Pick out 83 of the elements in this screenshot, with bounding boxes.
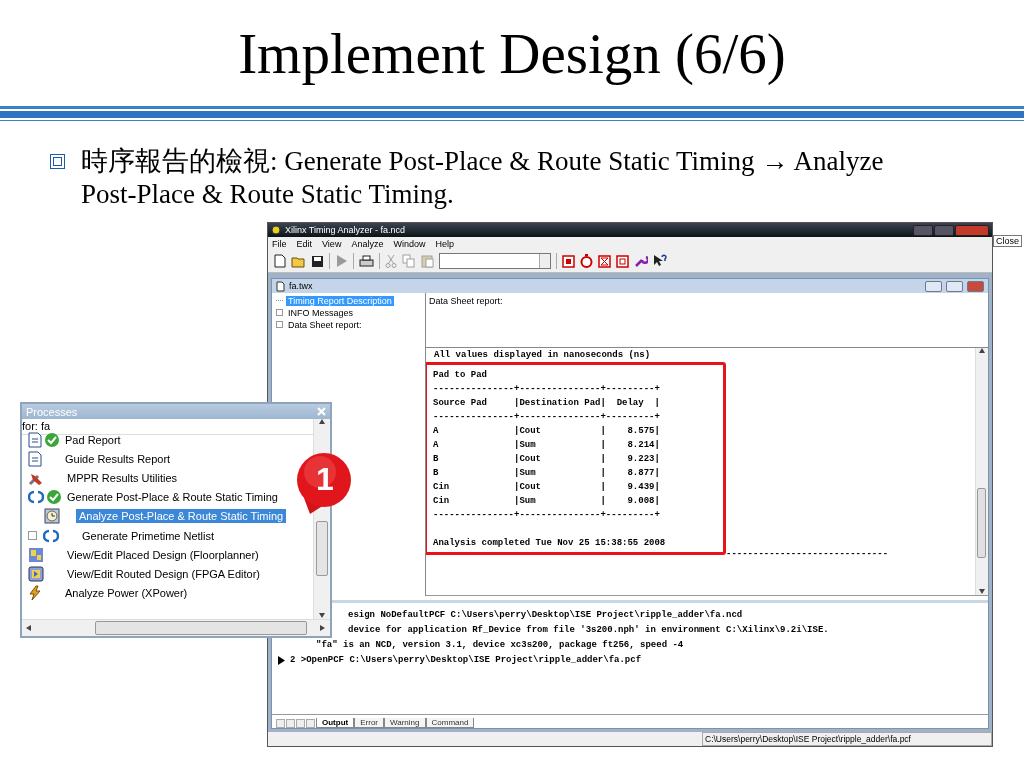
minimize-button[interactable]	[925, 280, 942, 292]
scroll-left-icon[interactable]	[26, 625, 32, 631]
report-line: ---------------+---------------+---------+	[433, 412, 660, 422]
menu-item[interactable]: Analyze	[351, 238, 384, 249]
bullet-icon	[50, 154, 65, 169]
folder-icon[interactable]	[291, 254, 306, 268]
close-button[interactable]	[955, 224, 989, 236]
menu-item[interactable]: File	[272, 238, 287, 249]
stopwatch-icon[interactable]	[580, 254, 593, 268]
print-icon[interactable]	[359, 254, 374, 268]
report-line: B |Cout | 9.223|	[433, 454, 660, 464]
menu-item[interactable]: View	[322, 238, 342, 249]
menu-item[interactable]: Help	[435, 238, 454, 249]
panel-title: Processes	[26, 405, 78, 418]
menu-item[interactable]: Edit	[296, 238, 313, 249]
scroll-thumb[interactable]	[95, 621, 307, 635]
app-icon	[271, 225, 281, 235]
process-item[interactable]: MPPR Results Utilities	[64, 470, 181, 485]
restore-button[interactable]	[946, 280, 963, 292]
bullet-text: 時序報告的檢視: Generate Post-Place & Route Static Timing → Analyze Post-Place & Route Static Timing.	[81, 145, 885, 211]
document-title: fa.twx	[289, 281, 314, 291]
hourglass-icon[interactable]	[598, 254, 611, 268]
scroll-down-icon[interactable]	[979, 589, 985, 595]
help-pointer-icon[interactable]	[653, 254, 668, 268]
report-line: Pad to Pad	[433, 370, 487, 380]
process-item[interactable]: Guide Results Report	[62, 451, 174, 466]
clock-icon	[44, 508, 60, 525]
report-line: A |Sum | 8.214|	[433, 440, 660, 450]
process-item[interactable]: View/Edit Routed Design (FPGA Editor)	[64, 566, 263, 581]
document-icon	[28, 450, 42, 467]
report-line: B |Sum | 8.877|	[433, 468, 660, 478]
output-tab[interactable]: Warning	[384, 718, 426, 728]
report-line: ---------------+---------------+---------+	[433, 510, 660, 520]
output-line: 2 >OpenPCF C:\Users\perry\Desktop\ISE Project\ripple_adder\fa.pcf	[290, 654, 642, 667]
lightning-icon	[28, 585, 42, 602]
output-tab[interactable]: Output	[316, 718, 355, 728]
output-line: "fa" is an NCD, version 3.1, device xc3s200, package ft256, speed -4	[316, 639, 684, 652]
dropdown-field[interactable]	[439, 253, 551, 269]
status-text: C:\Users\perry\Desktop\ISE Project\ripple_adder\fa.pcf	[702, 732, 992, 746]
report-line: A |Cout | 8.575|	[433, 426, 660, 436]
slide-title: Implement Design (6/6)	[237, 21, 787, 86]
report-line: ---------------+---------------+---------+	[433, 384, 660, 394]
report-line: Cin |Cout | 9.439|	[433, 482, 660, 492]
new-file-icon[interactable]	[274, 254, 286, 268]
window-title: Xilinx Timing Analyzer - fa.ncd	[285, 225, 407, 235]
minimize-button[interactable]	[913, 224, 933, 236]
report-line: ------------------------------	[726, 548, 889, 561]
process-item[interactable]: Pad Report	[62, 432, 124, 447]
current-line-icon	[278, 656, 285, 665]
scroll-up-icon[interactable]	[979, 348, 985, 354]
refresh-icon	[28, 489, 44, 506]
close-icon[interactable]	[317, 407, 326, 416]
tree-item[interactable]: INFO Messages	[286, 307, 356, 318]
scroll-thumb[interactable]	[316, 521, 328, 576]
refresh-icon	[43, 527, 59, 544]
scrollbar[interactable]	[975, 348, 988, 595]
close-button[interactable]	[967, 280, 984, 292]
process-item[interactable]: Generate Primetime Netlist	[79, 528, 218, 543]
report-line: Cin |Sum | 9.008|	[433, 496, 660, 506]
menu-item[interactable]: Window	[393, 238, 426, 249]
floorplan-icon	[28, 546, 44, 563]
expand-toggle[interactable]	[28, 531, 37, 541]
save-icon[interactable]	[311, 254, 324, 268]
report-icon[interactable]	[562, 254, 575, 268]
scrollbar[interactable]	[22, 619, 330, 636]
maximize-button[interactable]	[934, 224, 954, 236]
document-icon	[28, 431, 42, 448]
process-item[interactable]: Analyze Power (XPower)	[62, 586, 191, 601]
process-item[interactable]: Generate Post-Place & Route Static Timing	[64, 490, 281, 505]
tooltip: Close	[993, 235, 1022, 247]
scroll-right-icon[interactable]	[320, 625, 326, 631]
output-tab[interactable]: Error	[354, 718, 384, 728]
report-line: Analysis completed Tue Nov 25 15:38:55 2008	[433, 538, 666, 548]
process-item[interactable]: View/Edit Placed Design (Floorplanner)	[64, 547, 262, 562]
tree-item[interactable]: Data Sheet report:	[286, 319, 364, 330]
panel-heading: Data Sheet report:	[429, 296, 503, 306]
report-line: All values displayed in nanoseconds (ns)	[434, 349, 652, 362]
output-line: device for application Rf_Device from file '3s200.nph' in environment C:\Xilinx\9.2i\ISE.	[348, 624, 829, 637]
output-line: esign NoDefaultPCF C:\Users\perry\Desktop\ISE Project\ripple_adder\fa.ncd	[348, 609, 743, 622]
report-line: Source Pad |Destination Pad| Delay |	[433, 398, 660, 408]
scroll-thumb[interactable]	[977, 488, 986, 558]
output-tab[interactable]: Command	[425, 718, 475, 728]
process-item[interactable]: Analyze Post-Place & Route Static Timing	[76, 509, 287, 524]
